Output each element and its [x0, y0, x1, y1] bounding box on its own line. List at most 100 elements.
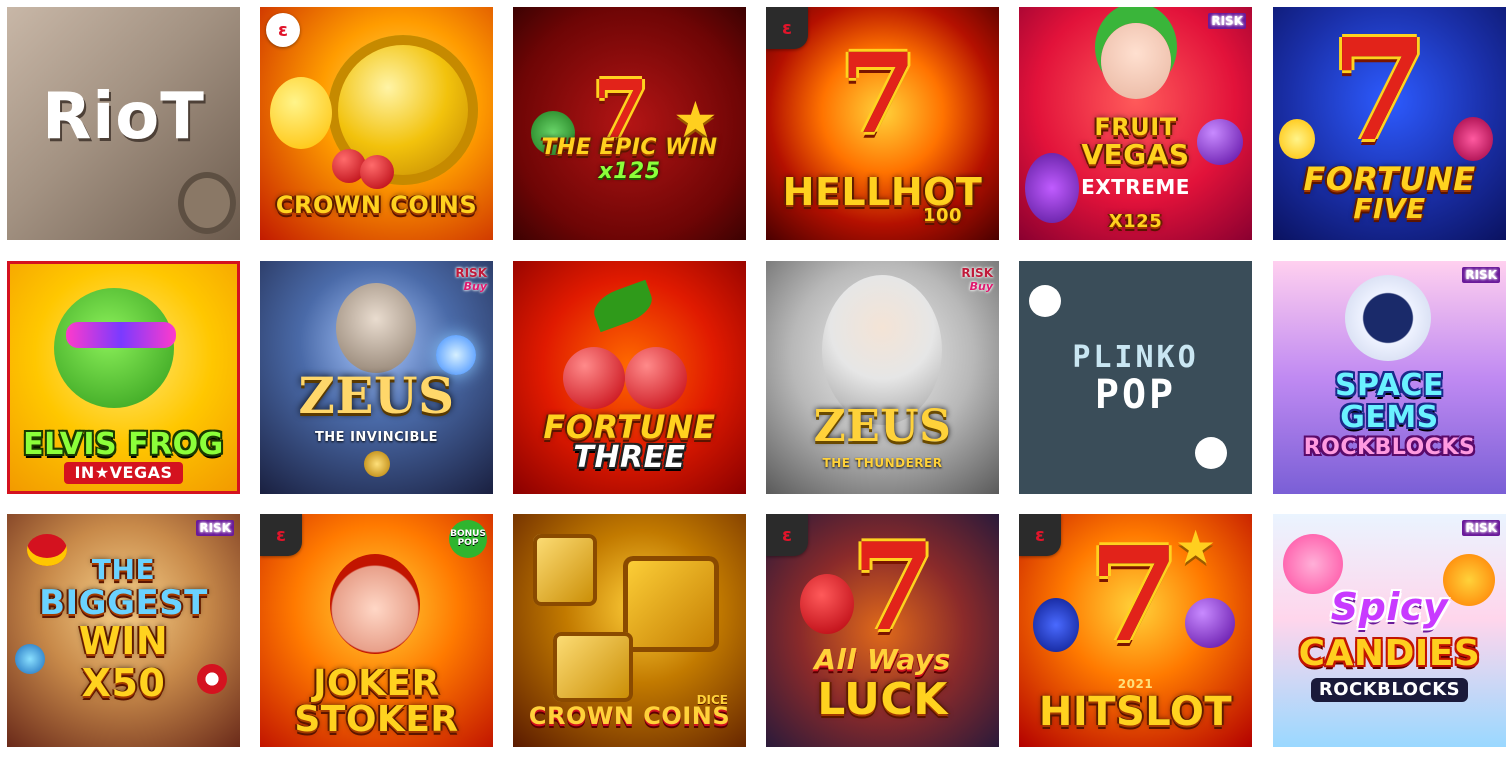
- game-subtitle: x125: [598, 159, 661, 184]
- game-title: CROWN COINS: [528, 702, 731, 730]
- game-title-line2: VEGAS: [1081, 138, 1190, 171]
- skull-icon: [178, 172, 236, 234]
- risk-badge: RISK Buy: [961, 267, 993, 292]
- game-tile-space-gems[interactable]: RISK SPACE GEMS ROCKBLOCKS: [1273, 261, 1506, 494]
- game-title: FRUIT: [1094, 113, 1177, 141]
- sunglasses-icon: [66, 322, 176, 348]
- game-title-line3: EXTREME: [1081, 175, 1190, 199]
- game-title: THE EPIC WIN: [541, 135, 718, 160]
- game-subtitle: POP: [1094, 372, 1177, 418]
- game-subtitle: THREE: [573, 440, 686, 475]
- game-subtitle: 100: [922, 205, 963, 226]
- game-tile-zeus-the-thunderer[interactable]: RISK Buy ZEUS THE THUNDERER: [766, 261, 999, 494]
- provider-logo-icon: ε: [266, 13, 300, 47]
- cherry-icon: [360, 155, 394, 189]
- risk-badge: RISK Buy: [455, 267, 487, 292]
- game-title-line2: GEMS: [1340, 400, 1439, 435]
- game-tile-fortune-three[interactable]: FORTUNE THREE: [513, 261, 746, 494]
- game-tile-the-epic-win[interactable]: 7 ★ THE EPIC WIN x125: [513, 7, 746, 240]
- cherry-icon: [563, 347, 625, 409]
- provider-logo-icon: ε: [260, 514, 302, 556]
- lemon-icon: [1279, 119, 1315, 159]
- risk-badge-label: RISK: [961, 266, 993, 280]
- provider-logo-icon: ε: [766, 7, 808, 49]
- game-title: ELVIS FROG: [23, 427, 224, 462]
- plinko-ball-icon: [1029, 285, 1061, 317]
- cherry-icon: [625, 347, 687, 409]
- flaming-seven-icon: 7: [840, 29, 917, 158]
- game-tile-joker-stoker[interactable]: ε BONUS POP JOKER STOKER: [260, 514, 493, 747]
- game-grid: RioT ε CROWN COINS 7 ★ THE EPIC WIN x125…: [0, 0, 1512, 757]
- game-subtitle: THE THUNDERER: [822, 456, 943, 470]
- game-title: SPACE: [1334, 368, 1445, 403]
- risk-badge: RISK: [196, 520, 234, 536]
- game-title: HITSLOT: [1038, 689, 1233, 735]
- game-title-line3: WIN: [78, 619, 169, 663]
- game-title: All Ways: [814, 643, 951, 676]
- lucky-seven-icon: 7: [1331, 9, 1429, 173]
- game-subtitle: IN★VEGAS: [10, 462, 237, 484]
- game-subtitle: FIVE: [1353, 192, 1426, 225]
- game-tile-zeus-the-invincible[interactable]: RISK Buy ZEUS THE INVINCIBLE: [260, 261, 493, 494]
- zeus-icon: [336, 283, 416, 373]
- game-tile-fortune-five[interactable]: 7 FORTUNE FIVE: [1273, 7, 1506, 240]
- game-tile-all-ways-luck[interactable]: 7 ε All Ways LUCK: [766, 514, 999, 747]
- game-tile-the-biggest-win[interactable]: RISK THE BIGGEST WIN X50: [7, 514, 240, 747]
- game-title: PLINKO: [1072, 340, 1199, 375]
- game-title: HELLHOT: [782, 170, 983, 214]
- game-title-line2: BIGGEST: [39, 583, 208, 623]
- game-tile-plinko-pop[interactable]: PLINKO POP: [1019, 261, 1252, 494]
- game-title: RioT: [42, 80, 205, 154]
- lucky-seven-icon: 7: [852, 517, 936, 658]
- frog-icon: [54, 288, 174, 408]
- medallion-icon: [364, 451, 390, 477]
- game-title: ZEUS: [813, 401, 952, 452]
- game-tile-elvis-frog[interactable]: ELVIS FROG IN★VEGAS: [7, 261, 240, 494]
- risk-badge: RISK: [1208, 13, 1246, 29]
- game-subtitle: LUCK: [817, 674, 948, 725]
- dice-icon: [623, 556, 719, 652]
- game-title: THE: [91, 553, 156, 586]
- game-title: ZEUS: [298, 366, 455, 425]
- plum-icon: [1185, 598, 1235, 648]
- risk-badge: RISK: [1462, 520, 1500, 536]
- provider-logo-icon: ε: [1019, 514, 1061, 556]
- game-subtitle: X125: [1108, 211, 1163, 232]
- joker-icon: [1101, 23, 1171, 99]
- game-subtitle: ROCKBLOCKS: [1303, 435, 1476, 460]
- bonus-pop-badge: BONUS POP: [449, 520, 487, 558]
- game-title-line2: CANDIES: [1298, 633, 1481, 674]
- grapes-icon: [1033, 598, 1079, 652]
- lucky-seven-icon: 7: [1089, 518, 1180, 671]
- game-tile-crown-coins-dice[interactable]: DICE CROWN COINS: [513, 514, 746, 747]
- game-subtitle: THE INVINCIBLE: [314, 430, 439, 445]
- game-subtitle: ROCKBLOCKS: [1273, 678, 1506, 702]
- provider-logo-icon: ε: [766, 514, 808, 556]
- game-subtitle: X50: [81, 661, 166, 705]
- star-icon: ★: [1175, 520, 1217, 574]
- game-title: FORTUNE: [1303, 160, 1476, 198]
- game-subtitle: STOKER: [294, 699, 459, 740]
- game-title: CROWN COINS: [275, 191, 478, 219]
- game-tile-fruit-vegas-extreme[interactable]: RISK FRUIT VEGAS EXTREME X125: [1019, 7, 1252, 240]
- dice-icon: [533, 534, 597, 606]
- game-tile-crown-coins[interactable]: ε CROWN COINS: [260, 7, 493, 240]
- game-title: Spicy: [1330, 585, 1449, 629]
- dice-icon: [553, 632, 633, 702]
- game-tile-spicy-candies[interactable]: RISK Spicy CANDIES ROCKBLOCKS: [1273, 514, 1506, 747]
- game-title: FORTUNE: [543, 408, 716, 446]
- grapes-icon: [1453, 117, 1493, 161]
- risk-badge-label: RISK: [455, 266, 487, 280]
- joker-icon: [330, 554, 420, 654]
- game-title: JOKER: [313, 663, 440, 704]
- plinko-ball-icon: [1195, 437, 1227, 469]
- game-tile-hitslot[interactable]: 7 ★ ε 2021 HITSLOT: [1019, 514, 1252, 747]
- risk-badge: RISK: [1462, 267, 1500, 283]
- buy-badge-label: Buy: [463, 280, 487, 293]
- buy-badge-label: Buy: [969, 280, 993, 293]
- game-tile-hellhot-100[interactable]: 7 ε HELLHOT 100: [766, 7, 999, 240]
- lemon-icon: [270, 77, 332, 149]
- game-tile-riot[interactable]: RioT: [7, 7, 240, 240]
- strawberry-icon: [800, 574, 854, 634]
- astronaut-icon: [1345, 275, 1431, 361]
